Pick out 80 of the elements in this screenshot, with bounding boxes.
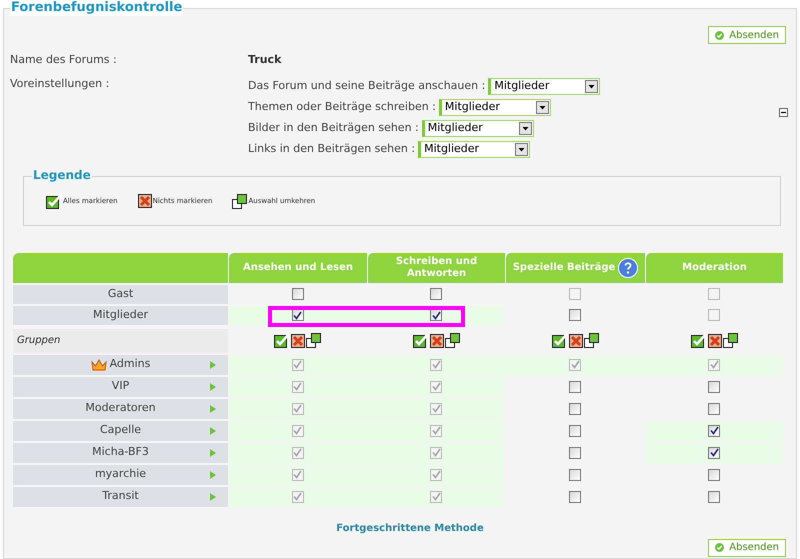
group-name: Moderatoren bbox=[85, 400, 156, 416]
checkbox[interactable] bbox=[569, 402, 581, 414]
check-all-icon[interactable] bbox=[46, 194, 62, 208]
expand-arrow-icon bbox=[210, 470, 216, 478]
expand-arrow-icon bbox=[210, 382, 216, 390]
expand-arrow-icon bbox=[210, 492, 216, 500]
column-header: Ansehen und Lesen bbox=[243, 262, 353, 274]
checkbox[interactable] bbox=[430, 288, 442, 300]
group-row-header[interactable]: VIP bbox=[13, 376, 228, 396]
checkbox[interactable] bbox=[569, 468, 581, 480]
field-label: Voreinstellungen : bbox=[10, 76, 110, 92]
submit-button[interactable]: Absenden bbox=[708, 26, 786, 44]
checkbox[interactable] bbox=[569, 424, 581, 436]
group-row-header[interactable]: Micha-BF3 bbox=[13, 442, 228, 462]
checkbox[interactable] bbox=[708, 490, 720, 502]
checkbox[interactable] bbox=[708, 468, 720, 480]
invert-selection-icon[interactable] bbox=[232, 194, 248, 208]
checkbox[interactable] bbox=[569, 490, 581, 502]
check-all-icon[interactable] bbox=[274, 333, 290, 348]
section-label: Gruppen bbox=[13, 328, 228, 352]
field-label: Name des Forums : bbox=[10, 52, 118, 68]
uncheck-all-icon[interactable] bbox=[291, 334, 305, 348]
preset-label: Bilder in den Beiträgen sehen : bbox=[248, 120, 419, 136]
preset-label: Themen oder Beiträge schreiben : bbox=[248, 98, 436, 115]
collapse-icon[interactable] bbox=[779, 108, 788, 116]
column-header: Moderation bbox=[682, 262, 747, 274]
column-header: Spezielle Beiträge bbox=[512, 262, 616, 274]
group-row-header[interactable]: Moderatoren bbox=[13, 398, 228, 418]
checkbox[interactable] bbox=[569, 309, 581, 321]
uncheck-all-icon[interactable] bbox=[708, 334, 722, 348]
dropdown-field[interactable]: Mitglieder bbox=[422, 120, 534, 136]
expand-arrow-icon bbox=[210, 360, 216, 368]
check-all-icon[interactable] bbox=[552, 333, 568, 348]
uncheck-all-icon[interactable] bbox=[568, 334, 582, 348]
check-circle-icon bbox=[715, 543, 724, 552]
group-row-header[interactable]: Capelle bbox=[13, 420, 228, 440]
expand-arrow-icon bbox=[210, 448, 216, 456]
check-circle-icon bbox=[715, 30, 724, 40]
checkbox[interactable] bbox=[292, 288, 304, 300]
invert-selection-icon[interactable] bbox=[584, 333, 598, 348]
legend-title: Legende bbox=[32, 168, 92, 182]
preset-label: Das Forum und seine Beiträge anschauen : bbox=[248, 78, 486, 94]
dropdown-field[interactable]: Mitglieder bbox=[488, 78, 600, 94]
checkbox[interactable] bbox=[708, 446, 720, 458]
checkbox[interactable] bbox=[430, 309, 442, 321]
group-row-header[interactable]: Admins bbox=[13, 354, 228, 374]
checkbox[interactable] bbox=[708, 380, 720, 392]
group-name: Micha-BF3 bbox=[92, 444, 149, 460]
preset-label: Links in den Beiträgen sehen : bbox=[248, 140, 416, 157]
invert-selection-icon[interactable] bbox=[444, 333, 460, 348]
uncheck-all-icon[interactable] bbox=[138, 194, 152, 208]
group-name: Transit bbox=[102, 488, 139, 504]
help-icon[interactable] bbox=[618, 258, 638, 278]
group-name: Capelle bbox=[100, 422, 142, 438]
group-row-header[interactable]: myarchie bbox=[13, 464, 228, 484]
panel-title: Forenbefugniskontrolle bbox=[10, 0, 184, 16]
checkbox[interactable] bbox=[708, 402, 720, 414]
group-row-header[interactable]: Transit bbox=[13, 486, 228, 506]
submit-button[interactable]: Absenden bbox=[708, 538, 786, 556]
advanced-method-link[interactable]: Fortgeschrittene Methode bbox=[336, 520, 484, 536]
group-name: VIP bbox=[112, 378, 130, 394]
group-name: myarchie bbox=[94, 466, 146, 482]
uncheck-all-icon[interactable] bbox=[430, 334, 444, 348]
check-all-icon[interactable] bbox=[412, 333, 428, 348]
column-header: Schreiben und Antworten bbox=[394, 256, 478, 280]
invert-selection-icon[interactable] bbox=[306, 333, 321, 348]
dropdown-field[interactable]: Mitglieder bbox=[438, 98, 551, 116]
group-name: Gast bbox=[108, 286, 134, 302]
group-name: Admins bbox=[110, 356, 150, 372]
invert-selection-icon[interactable] bbox=[722, 333, 738, 348]
expand-arrow-icon bbox=[210, 404, 216, 412]
expand-arrow-icon bbox=[210, 426, 216, 434]
checkbox[interactable] bbox=[708, 424, 720, 436]
check-all-icon[interactable] bbox=[690, 333, 706, 348]
group-name: Mitglieder bbox=[93, 306, 148, 323]
forum-name: Truck bbox=[248, 52, 282, 68]
checkbox[interactable] bbox=[569, 446, 581, 458]
checkbox[interactable] bbox=[292, 309, 304, 321]
dropdown-field[interactable]: Mitglieder bbox=[418, 140, 530, 158]
checkbox[interactable] bbox=[569, 380, 581, 392]
